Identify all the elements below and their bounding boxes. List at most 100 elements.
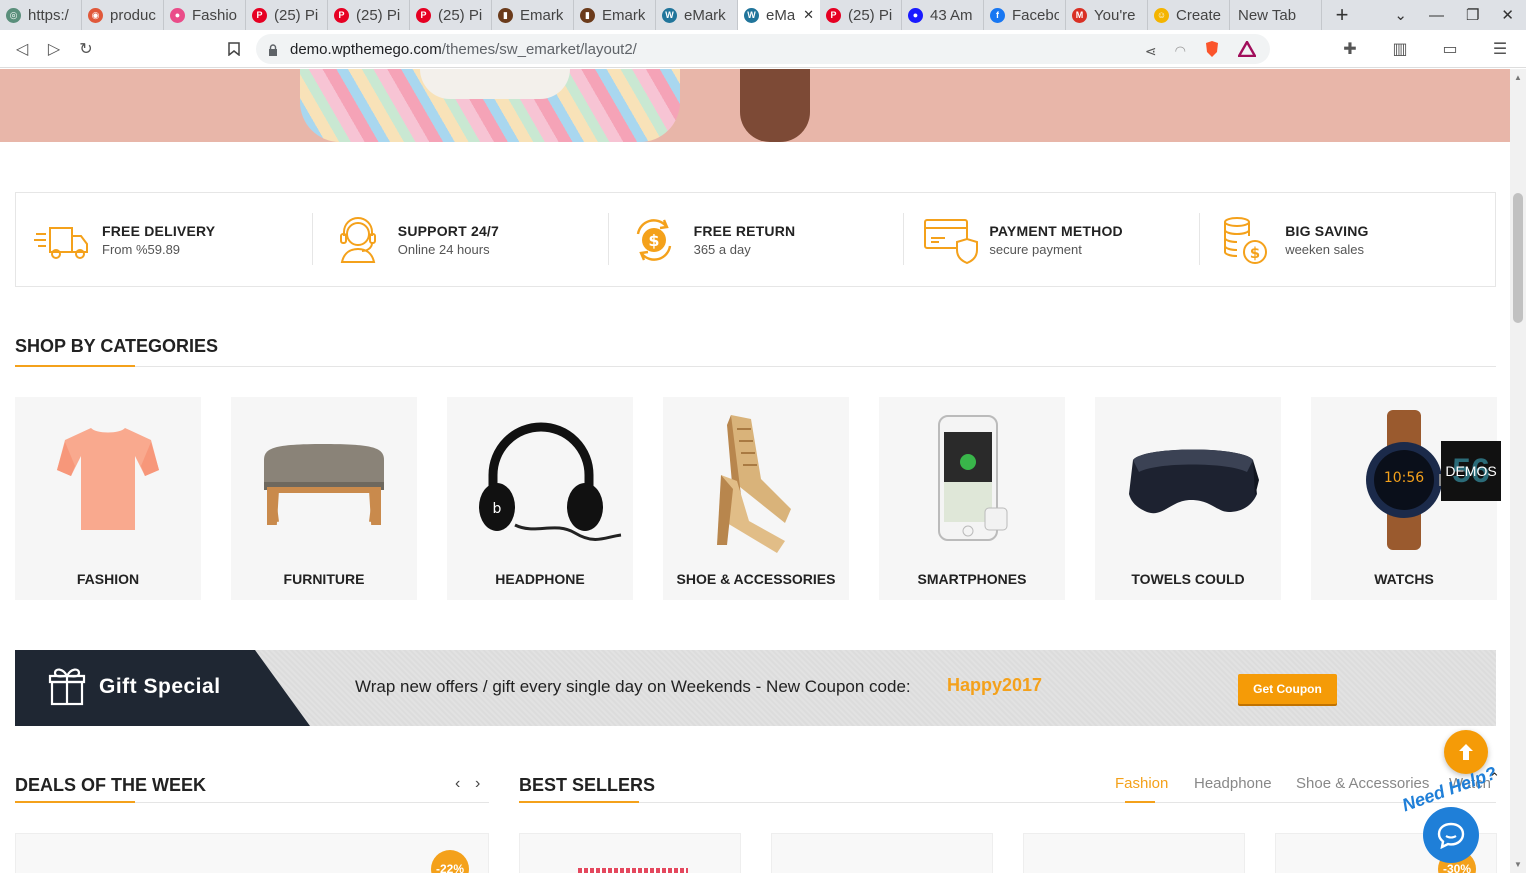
browser-tab-strip: ◎ https:/ ◉ produc ● Fashio P (25) Pi P (25) Pi P (… — [0, 0, 1526, 30]
close-tab-icon[interactable]: ✕ — [803, 7, 814, 23]
category-name: SHOE & ACCESSORIES — [676, 571, 836, 587]
tab-title: 43 Am — [930, 6, 973, 24]
browser-tab[interactable]: P (25) Pi — [410, 0, 492, 30]
services-strip: FREE DELIVERY From %59.89 SUPPORT 24/7 O… — [15, 192, 1496, 287]
deals-prev-icon[interactable]: ‹ — [455, 775, 460, 793]
demos-button[interactable]: 56 DEMOS — [1441, 441, 1501, 501]
browser-tab[interactable]: ● Fashio — [164, 0, 246, 30]
truck-icon — [34, 226, 88, 259]
scroll-down-icon[interactable]: ▼ — [1514, 860, 1522, 869]
browser-tab[interactable]: ◎ https:/ — [0, 0, 82, 30]
tab-title: Create — [1176, 6, 1222, 24]
brave-shield-icon[interactable] — [1204, 40, 1220, 62]
maximize-icon[interactable]: ❐ — [1466, 6, 1479, 24]
category-card-fashion[interactable]: FASHION — [15, 397, 201, 600]
tab-favicon-icon: W — [662, 7, 677, 23]
browser-tab[interactable]: P (25) Pi — [328, 0, 410, 30]
scrollbar-thumb[interactable] — [1513, 193, 1523, 323]
tab-favicon-icon: W — [744, 7, 759, 23]
hero-banner-image[interactable] — [0, 69, 1510, 142]
browser-tab[interactable]: ☺ Create — [1148, 0, 1230, 30]
tab-favicon-icon: P — [416, 7, 431, 23]
category-card-smartphones[interactable]: SMARTPHONES — [879, 397, 1065, 600]
browser-tab[interactable]: ▮ Emark — [492, 0, 574, 30]
bestsellers-heading: BEST SELLERS — [519, 775, 656, 795]
tab-title: https:/ — [28, 6, 69, 24]
minimize-icon[interactable]: — — [1429, 7, 1444, 24]
browser-tab[interactable]: ▮ Emark — [574, 0, 656, 30]
vr-headset-image — [1095, 397, 1281, 562]
tab-favicon-icon: P — [334, 7, 349, 23]
service-subtitle: 365 a day — [693, 241, 751, 257]
bestseller-product-card[interactable] — [1023, 833, 1245, 873]
browser-tab[interactable]: f Facebo — [984, 0, 1066, 30]
bestseller-product-card[interactable] — [771, 833, 993, 873]
category-name: SMARTPHONES — [917, 571, 1027, 587]
category-card-furniture[interactable]: FURNITURE — [231, 397, 417, 600]
tab-favicon-icon: ▮ — [498, 7, 513, 23]
forward-icon[interactable]: ▷ — [38, 33, 70, 65]
deals-heading: DEALS OF THE WEEK — [15, 775, 207, 795]
url-host: demo.wpthemego.com — [290, 40, 442, 58]
tab-title: New Tab — [1238, 6, 1297, 24]
browser-tab[interactable]: M You're — [1066, 0, 1148, 30]
service-big-saving: $ BIG SAVING weeken sales — [1199, 193, 1495, 286]
active-tab-underline — [1125, 801, 1155, 803]
menu-icon[interactable]: ☰ — [1484, 33, 1516, 65]
categories-heading: SHOP BY CATEGORIES — [15, 336, 219, 356]
tab-shoe-accessories[interactable]: Shoe & Accessories — [1296, 775, 1429, 792]
tab-favicon-icon: ● — [908, 7, 923, 23]
card-shield-icon — [924, 218, 979, 264]
browser-tab[interactable]: WeMa ✕ — [738, 0, 820, 30]
browser-tab[interactable]: ● 43 Am — [902, 0, 984, 30]
share-icon[interactable]: ⋖ — [1145, 43, 1157, 60]
tab-favicon-icon: ◉ — [88, 7, 103, 23]
tab-fashion[interactable]: Fashion — [1115, 775, 1168, 792]
extensions-puzzle-icon[interactable]: ✚ — [1334, 33, 1366, 65]
browser-tab[interactable]: P (25) Pi — [246, 0, 328, 30]
bookmark-icon[interactable] — [218, 33, 250, 65]
chat-button[interactable] — [1423, 807, 1479, 863]
category-card-headphone[interactable]: b HEADPHONE — [447, 397, 633, 600]
chat-bubble-icon — [1437, 822, 1465, 849]
browser-tab[interactable]: New Tab — [1230, 0, 1322, 30]
tab-search-chevron-icon[interactable]: ⌄ — [1394, 6, 1407, 24]
headset-icon — [339, 216, 376, 263]
new-tab-button[interactable]: + — [1322, 0, 1362, 30]
wallet-icon[interactable]: ▭ — [1434, 33, 1466, 65]
brave-rewards-icon[interactable] — [1236, 39, 1258, 61]
bestseller-product-card[interactable] — [519, 833, 741, 873]
deals-next-icon[interactable]: › — [475, 775, 480, 793]
category-name: TOWELS COULD — [1131, 571, 1245, 587]
svg-text:b: b — [493, 501, 502, 517]
deal-product-card[interactable]: -22% — [15, 833, 489, 873]
browser-tab[interactable]: P (25) Pi — [820, 0, 902, 30]
category-name: HEADPHONE — [495, 571, 585, 587]
page-viewport: FREE DELIVERY From %59.89 SUPPORT 24/7 O… — [0, 69, 1510, 873]
get-coupon-button[interactable]: Get Coupon — [1238, 674, 1337, 704]
reload-icon[interactable]: ↻ — [70, 33, 102, 65]
rss-icon[interactable]: ◠ — [1175, 43, 1186, 59]
tab-headphone[interactable]: Headphone — [1194, 775, 1272, 792]
gift-box-icon — [48, 668, 86, 706]
tab-favicon-icon: P — [826, 7, 841, 23]
window-controls: ⌄ — ❐ ✕ — [1394, 6, 1526, 25]
service-support: SUPPORT 24/7 Online 24 hours — [311, 193, 608, 286]
service-free-return: $ FREE RETURN 365 a day — [607, 193, 904, 286]
category-card-shoes[interactable]: SHOE & ACCESSORIES — [663, 397, 849, 600]
back-icon[interactable]: ◁ — [6, 33, 38, 65]
browser-tab[interactable]: WeMark — [656, 0, 738, 30]
service-title: FREE DELIVERY — [102, 222, 216, 239]
service-subtitle: secure payment — [989, 241, 1082, 257]
category-card-towels[interactable]: TOWELS COULD — [1095, 397, 1281, 600]
scroll-up-icon[interactable]: ▲ — [1514, 73, 1522, 82]
service-subtitle: weeken sales — [1285, 241, 1364, 257]
browser-toolbar: ◁ ▷ ↻ demo.wpthemego.com/themes/sw_emark… — [0, 30, 1526, 68]
sidebar-icon[interactable]: ▥ — [1384, 33, 1416, 65]
browser-tab[interactable]: ◉ produc — [82, 0, 164, 30]
close-window-icon[interactable]: ✕ — [1501, 6, 1514, 24]
address-bar[interactable]: demo.wpthemego.com/themes/sw_emarket/lay… — [256, 34, 1270, 64]
tab-title: Fashio — [192, 6, 238, 24]
category-name: WATCHS — [1374, 571, 1434, 587]
page-scrollbar[interactable]: ▲ ▼ — [1510, 69, 1526, 873]
